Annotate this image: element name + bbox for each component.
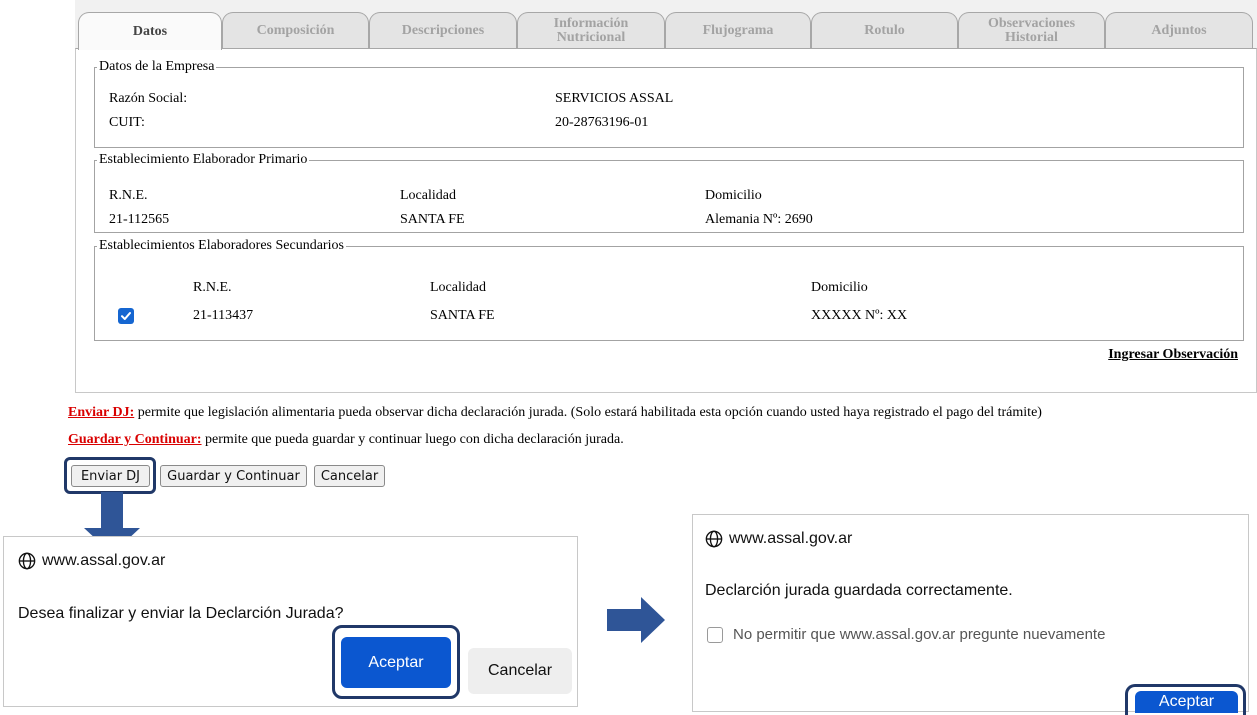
confirm-dialog: www.assal.gov.ar Desea finalizar y envia… — [3, 536, 578, 707]
tab-label: Nutricional — [556, 30, 626, 45]
globe-icon — [18, 552, 36, 570]
secundarios-rne-header: R.N.E. — [193, 280, 232, 295]
tab-label: Flujograma — [702, 23, 774, 38]
guardar-help-link[interactable]: Guardar y Continuar: — [68, 432, 202, 447]
help-guardar: Guardar y Continuar: permite que pueda g… — [68, 432, 624, 448]
tab-adjuntos[interactable]: Adjuntos — [1105, 12, 1253, 49]
globe-icon — [705, 530, 723, 548]
tab-informacion-nutricional[interactable]: Información Nutricional — [517, 12, 665, 49]
saved-accept-button[interactable]: Aceptar — [1135, 691, 1238, 713]
tab-rotulo[interactable]: Rotulo — [811, 12, 958, 49]
primario-rne-value: 21-112565 — [109, 212, 170, 227]
saved-dialog-origin: www.assal.gov.ar — [705, 530, 852, 548]
saved-dialog-message: Declarción jurada guardada correctamente… — [705, 582, 1013, 599]
tab-label: Adjuntos — [1151, 23, 1207, 38]
tab-composicion[interactable]: Composición — [222, 12, 369, 49]
cuit-value: 20-28763196-01 — [555, 115, 649, 130]
form-panel: Datos Composición Descripciones Informac… — [75, 0, 1257, 393]
secundario-row-checkbox[interactable] — [118, 308, 134, 324]
confirm-dialog-origin: www.assal.gov.ar — [18, 552, 165, 570]
primario-fieldset: Establecimiento Elaborador Primario R.N.… — [94, 153, 1244, 233]
dont-ask-again-row: No permitir que www.assal.gov.ar pregunt… — [707, 626, 1105, 643]
primario-rne-header: R.N.E. — [109, 188, 148, 203]
tab-observaciones-historial[interactable]: Observaciones Historial — [958, 12, 1105, 49]
cuit-label: CUIT: — [109, 115, 145, 130]
datos-content: Datos de la Empresa Razón Social: SERVIC… — [75, 48, 1257, 393]
tab-label: Información — [553, 16, 629, 31]
primario-domicilio-header: Domicilio — [705, 188, 762, 203]
tab-label: Composición — [256, 23, 335, 38]
confirm-cancel-button[interactable]: Cancelar — [468, 648, 572, 694]
tab-label: Datos — [132, 23, 168, 39]
right-arrow-icon — [607, 597, 665, 643]
cancelar-button[interactable]: Cancelar — [314, 465, 385, 487]
dont-ask-again-label: No permitir que www.assal.gov.ar pregunt… — [733, 626, 1106, 643]
checkmark-icon — [121, 312, 131, 320]
help-enviar: Enviar DJ: permite que legislación alime… — [68, 405, 1042, 421]
enviar-dj-button[interactable]: Enviar DJ — [71, 465, 150, 487]
guardar-help-text: permite que pueda guardar y continuar lu… — [201, 432, 624, 447]
primario-localidad-header: Localidad — [400, 188, 456, 203]
tab-bar: Datos Composición Descripciones Informac… — [75, 12, 1257, 50]
secundarios-fieldset: Establecimientos Elaboradores Secundario… — [94, 239, 1244, 341]
secundarios-localidad-header: Localidad — [430, 280, 486, 295]
enviar-dj-help-link[interactable]: Enviar DJ: — [68, 405, 134, 420]
confirm-dialog-message: Desea finalizar y enviar la Declarción J… — [18, 605, 344, 622]
secundarios-domicilio-value: XXXXX Nº: XX — [811, 308, 908, 323]
tab-label: Historial — [1005, 30, 1058, 45]
empresa-fieldset: Datos de la Empresa Razón Social: SERVIC… — [94, 60, 1244, 148]
empresa-legend: Datos de la Empresa — [99, 59, 215, 74]
tab-datos[interactable]: Datos — [78, 12, 222, 50]
origin-text: www.assal.gov.ar — [42, 552, 166, 569]
dont-ask-again-checkbox[interactable] — [707, 626, 723, 643]
secundarios-localidad-value: SANTA FE — [430, 308, 495, 323]
tab-descripciones[interactable]: Descripciones — [369, 12, 517, 49]
confirm-accept-button[interactable]: Aceptar — [341, 637, 451, 688]
tab-label: Observaciones — [987, 16, 1076, 31]
saved-dialog: www.assal.gov.ar Declarción jurada guard… — [692, 514, 1249, 715]
razon-social-value: SERVICIOS ASSAL — [555, 91, 674, 106]
razon-social-label: Razón Social: — [109, 91, 188, 106]
tab-label: Rotulo — [864, 23, 905, 38]
secundarios-rne-value: 21-113437 — [193, 308, 254, 323]
secundarios-legend: Establecimientos Elaboradores Secundario… — [99, 238, 344, 253]
primario-localidad-value: SANTA FE — [400, 212, 465, 227]
primario-domicilio-value: Alemania Nº: 2690 — [705, 212, 813, 227]
enviar-dj-help-text: permite que legislación alimentaria pued… — [134, 405, 1042, 420]
ingresar-observacion-link[interactable]: Ingresar Observación — [1108, 347, 1238, 363]
primario-legend: Establecimiento Elaborador Primario — [99, 152, 308, 167]
tab-label: Descripciones — [401, 23, 485, 38]
secundarios-domicilio-header: Domicilio — [811, 280, 868, 295]
tab-flujograma[interactable]: Flujograma — [665, 12, 811, 49]
guardar-continuar-button[interactable]: Guardar y Continuar — [160, 465, 307, 487]
origin-text: www.assal.gov.ar — [729, 530, 853, 547]
